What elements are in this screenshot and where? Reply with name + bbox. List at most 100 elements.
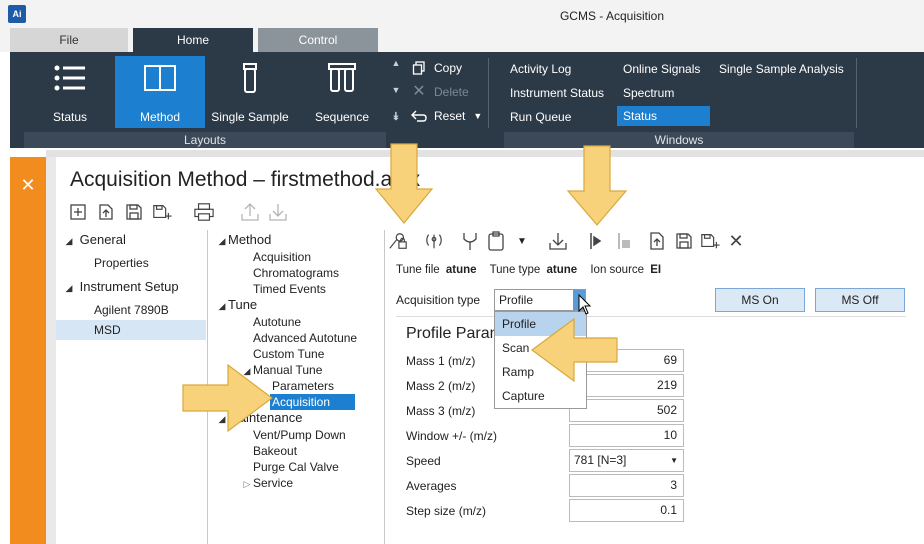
- nav-general[interactable]: ◢ General: [56, 230, 206, 250]
- tune-settings-icon[interactable]: [388, 231, 408, 251]
- close-icon[interactable]: ✕: [726, 231, 746, 251]
- export-icon[interactable]: [648, 231, 668, 251]
- mouse-cursor-icon: [578, 294, 592, 315]
- collapsed-triangle-icon[interactable]: ▷: [241, 476, 253, 492]
- document-gutter: [46, 157, 56, 544]
- expanded-triangle-icon[interactable]: ◢: [216, 233, 228, 249]
- method-layout-button[interactable]: Method: [115, 56, 205, 128]
- tune-type-value: atune: [546, 264, 578, 276]
- close-icon: ✕: [412, 83, 426, 100]
- tab-control[interactable]: Control: [258, 28, 378, 52]
- highlight-arrow-down-icon: [374, 143, 434, 224]
- filament-icon[interactable]: [460, 231, 480, 251]
- nav-properties[interactable]: Properties: [56, 253, 206, 273]
- tree-advanced-autotune[interactable]: Advanced Autotune: [253, 330, 357, 346]
- speed-label: Speed: [406, 454, 441, 468]
- acquisition-type-select[interactable]: Profile: [494, 289, 586, 311]
- vial-rack-icon: [298, 56, 386, 100]
- averages-label: Averages: [406, 479, 457, 493]
- chevron-up-icon[interactable]: ▲: [392, 58, 401, 68]
- ms-off-button[interactable]: MS Off: [815, 288, 905, 312]
- tree-bakeout[interactable]: Bakeout: [253, 443, 297, 459]
- window-input[interactable]: 10: [569, 424, 684, 447]
- open-method-icon[interactable]: [96, 202, 116, 222]
- vial-icon: [206, 56, 294, 100]
- save-icon[interactable]: [124, 202, 144, 222]
- tune-info: Tune file atune Tune type atune Ion sour…: [396, 264, 662, 276]
- tree-service[interactable]: ▷ Service: [241, 475, 293, 491]
- ms-on-button[interactable]: MS On: [715, 288, 805, 312]
- download-icon[interactable]: [548, 231, 568, 251]
- double-chevron-down-icon[interactable]: ⯯: [393, 111, 400, 124]
- tree-manual-acquisition[interactable]: Acquisition: [270, 394, 355, 410]
- tree-method[interactable]: ◢ Method: [216, 232, 272, 249]
- delete-button[interactable]: ✕ Delete: [410, 82, 468, 102]
- close-icon[interactable]: ✕: [10, 175, 46, 196]
- expanded-triangle-icon[interactable]: ◢: [62, 231, 76, 251]
- highlight-arrow-down-icon: [566, 145, 628, 226]
- speed-select[interactable]: 781 [N=3] ▼: [569, 449, 684, 472]
- nav-agilent-gc[interactable]: Agilent 7890B: [56, 300, 206, 320]
- chevron-down-icon[interactable]: ▼: [670, 450, 678, 471]
- stop-icon[interactable]: [614, 231, 634, 251]
- divider: [396, 316, 906, 317]
- online-signals-button[interactable]: Online Signals: [617, 59, 706, 79]
- averages-input[interactable]: 3: [569, 474, 684, 497]
- window-title: GCMS - Acquisition: [559, 9, 665, 23]
- new-method-icon[interactable]: [68, 202, 88, 222]
- tree-parameters[interactable]: Parameters: [272, 378, 334, 394]
- profile-section-title: Profile Param: [406, 325, 503, 342]
- tree-timed-events[interactable]: Timed Events: [253, 281, 326, 297]
- expanded-triangle-icon[interactable]: ◢: [62, 278, 76, 298]
- single-sample-layout-button[interactable]: Single Sample: [206, 56, 294, 128]
- list-icon: [24, 56, 116, 100]
- tree-custom-tune[interactable]: Custom Tune: [253, 346, 324, 362]
- save-as-icon[interactable]: [152, 202, 172, 222]
- ion-source-value: EI: [650, 264, 662, 276]
- book-icon: [115, 56, 205, 100]
- mass3-label: Mass 3 (m/z): [406, 404, 476, 418]
- window-label: Window +/- (m/z): [406, 429, 498, 443]
- status-window-button[interactable]: Status: [617, 106, 710, 126]
- status-layout-button[interactable]: Status: [24, 56, 116, 128]
- tree-chromatograms[interactable]: Chromatograms: [253, 265, 339, 281]
- tab-home[interactable]: Home: [133, 28, 253, 52]
- tree-autotune[interactable]: Autotune: [253, 314, 301, 330]
- save-as-icon[interactable]: [700, 231, 720, 251]
- chevron-down-icon[interactable]: ▼: [392, 85, 401, 95]
- spectrum-button[interactable]: Spectrum: [617, 83, 680, 103]
- undo-icon: [410, 110, 428, 122]
- document-side-strip: [10, 157, 46, 544]
- single-sample-analysis-button[interactable]: Single Sample Analysis: [713, 59, 850, 79]
- tab-file[interactable]: File: [10, 28, 128, 52]
- tree-tune[interactable]: ◢ Tune: [216, 297, 258, 314]
- copy-button[interactable]: Copy: [410, 58, 462, 78]
- instrument-status-button[interactable]: Instrument Status: [504, 83, 610, 103]
- signal-icon[interactable]: [424, 231, 444, 251]
- chevron-down-icon[interactable]: ▼: [473, 106, 482, 126]
- print-icon[interactable]: [194, 202, 214, 222]
- highlight-arrow-left-icon: [530, 318, 618, 382]
- copy-icon: [410, 61, 428, 75]
- chevron-down-icon[interactable]: ▼: [512, 231, 532, 251]
- tree-acquisition[interactable]: Acquisition: [253, 249, 311, 265]
- ribbon-scroll[interactable]: ▲ ▼ ⯯: [390, 58, 402, 124]
- save-icon[interactable]: [674, 231, 694, 251]
- option-capture[interactable]: Capture: [495, 384, 586, 408]
- step-size-input[interactable]: 0.1: [569, 499, 684, 522]
- activity-log-button[interactable]: Activity Log: [504, 59, 577, 79]
- clipboard-icon[interactable]: [486, 231, 506, 251]
- upload-icon[interactable]: [240, 202, 260, 222]
- tree-purge-cal-valve[interactable]: Purge Cal Valve: [253, 459, 339, 475]
- reset-button[interactable]: Reset ▼: [410, 106, 482, 126]
- nav-instrument-setup[interactable]: ◢ Instrument Setup: [56, 277, 206, 297]
- run-icon[interactable]: [586, 231, 606, 251]
- nav-msd[interactable]: MSD: [56, 320, 206, 340]
- run-queue-button[interactable]: Run Queue: [504, 107, 577, 127]
- sequence-layout-button[interactable]: Sequence: [298, 56, 386, 128]
- page-title: Acquisition Method – firstmethod.amx: [70, 168, 421, 191]
- tune-file-value: atune: [445, 264, 477, 276]
- ribbon-tabs: File Home Control: [0, 28, 924, 52]
- expanded-triangle-icon[interactable]: ◢: [216, 298, 228, 314]
- download-icon[interactable]: [268, 202, 288, 222]
